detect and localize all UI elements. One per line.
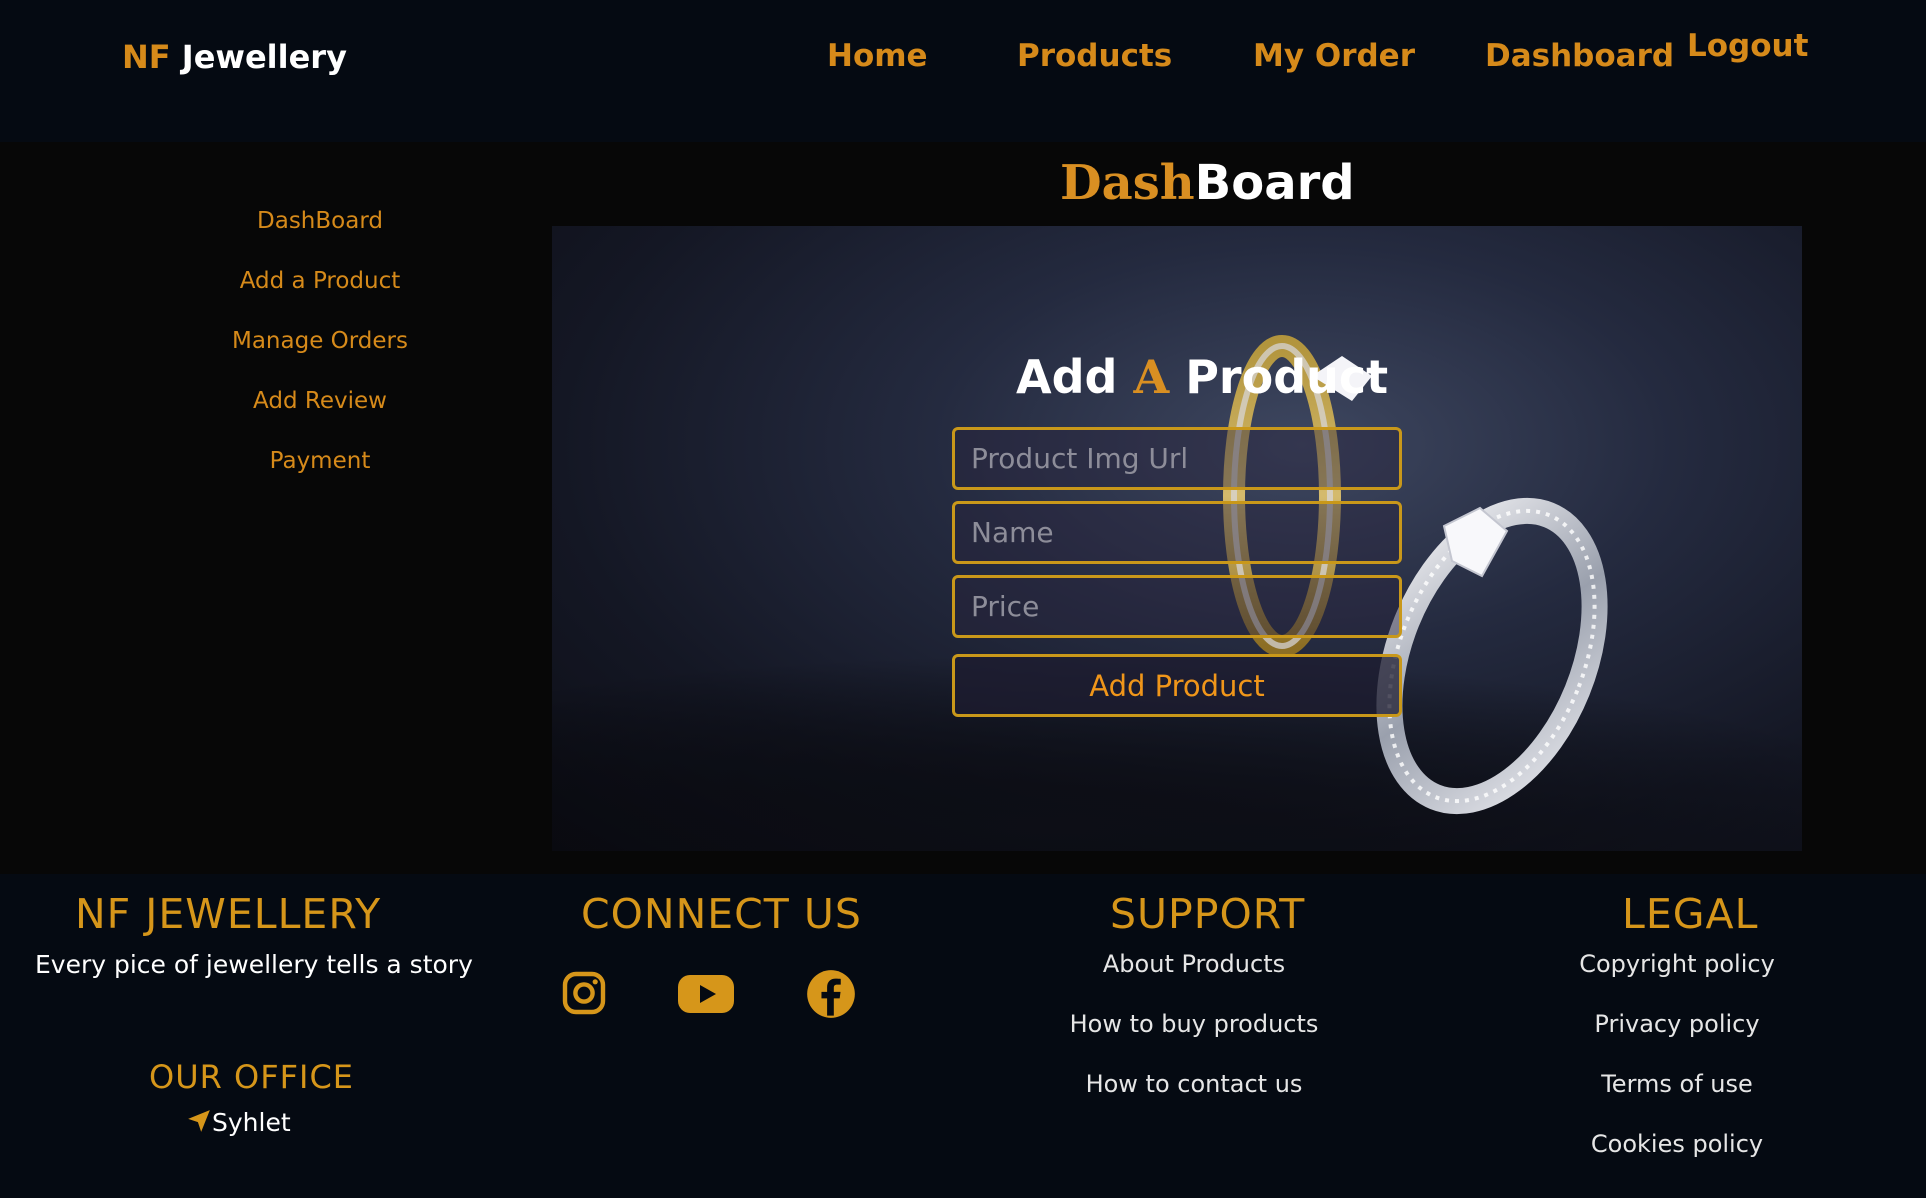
brand-name: Jewellery bbox=[181, 38, 347, 76]
nav-logout[interactable]: Logout bbox=[1687, 28, 1808, 64]
footer-connect-heading: CONNECT US bbox=[581, 890, 862, 938]
footer-office-location: Syhlet bbox=[186, 1108, 291, 1140]
footer-link-terms[interactable]: Terms of use bbox=[1477, 1070, 1877, 1098]
footer-link-privacy[interactable]: Privacy policy bbox=[1477, 1010, 1877, 1038]
dashboard-sidebar: DashBoard Add a Product Manage Orders Ad… bbox=[0, 142, 640, 874]
sidebar-item-add-product[interactable]: Add a Product bbox=[0, 268, 640, 294]
footer-link-cookies[interactable]: Cookies policy bbox=[1477, 1130, 1877, 1158]
brand-logo[interactable]: NF Jewellery bbox=[122, 38, 347, 76]
nav-dashboard[interactable]: Dashboard bbox=[1485, 38, 1674, 74]
office-location-text: Syhlet bbox=[212, 1108, 291, 1137]
product-price-input[interactable] bbox=[952, 575, 1402, 638]
footer-link-how-to-buy[interactable]: How to buy products bbox=[994, 1010, 1394, 1038]
footer-link-copyright[interactable]: Copyright policy bbox=[1477, 950, 1877, 978]
nav-home[interactable]: Home bbox=[827, 38, 928, 74]
footer-link-about-products[interactable]: About Products bbox=[994, 950, 1394, 978]
form-title-part3: Product bbox=[1169, 350, 1389, 404]
location-arrow-icon bbox=[186, 1108, 212, 1140]
sidebar-item-add-review[interactable]: Add Review bbox=[0, 388, 640, 414]
form-title-part2: A bbox=[1133, 350, 1170, 404]
product-img-url-input[interactable] bbox=[952, 427, 1402, 490]
product-name-input[interactable] bbox=[952, 501, 1402, 564]
sidebar-item-payment[interactable]: Payment bbox=[0, 448, 640, 474]
sidebar-item-manage-orders[interactable]: Manage Orders bbox=[0, 328, 640, 354]
add-product-button[interactable]: Add Product bbox=[952, 654, 1402, 717]
add-product-title: Add A Product bbox=[1016, 350, 1388, 404]
nav-products[interactable]: Products bbox=[1017, 38, 1172, 74]
nav-my-order[interactable]: My Order bbox=[1253, 38, 1415, 74]
footer-brand-heading: NF JEWELLERY bbox=[75, 890, 382, 938]
page-title-dash: Dash bbox=[1060, 155, 1195, 211]
page-title: DashBoard bbox=[1060, 155, 1355, 211]
page-title-board: Board bbox=[1194, 155, 1355, 211]
footer-support-heading: SUPPORT bbox=[1110, 890, 1306, 938]
form-title-part1: Add bbox=[1016, 350, 1134, 404]
site-footer: NF JEWELLERY Every pice of jewellery tel… bbox=[0, 874, 1926, 1198]
footer-office-heading: OUR OFFICE bbox=[149, 1058, 355, 1096]
footer-link-how-to-contact[interactable]: How to contact us bbox=[994, 1070, 1394, 1098]
footer-legal-heading: LEGAL bbox=[1622, 890, 1759, 938]
sidebar-item-dashboard[interactable]: DashBoard bbox=[0, 208, 640, 234]
youtube-icon[interactable] bbox=[676, 967, 736, 1023]
brand-nf: NF bbox=[122, 38, 171, 76]
facebook-icon[interactable] bbox=[805, 968, 857, 1024]
instagram-icon[interactable] bbox=[560, 969, 608, 1021]
footer-tagline: Every pice of jewellery tells a story bbox=[35, 950, 473, 979]
top-navbar: NF Jewellery Home Products My Order Dash… bbox=[0, 0, 1926, 142]
